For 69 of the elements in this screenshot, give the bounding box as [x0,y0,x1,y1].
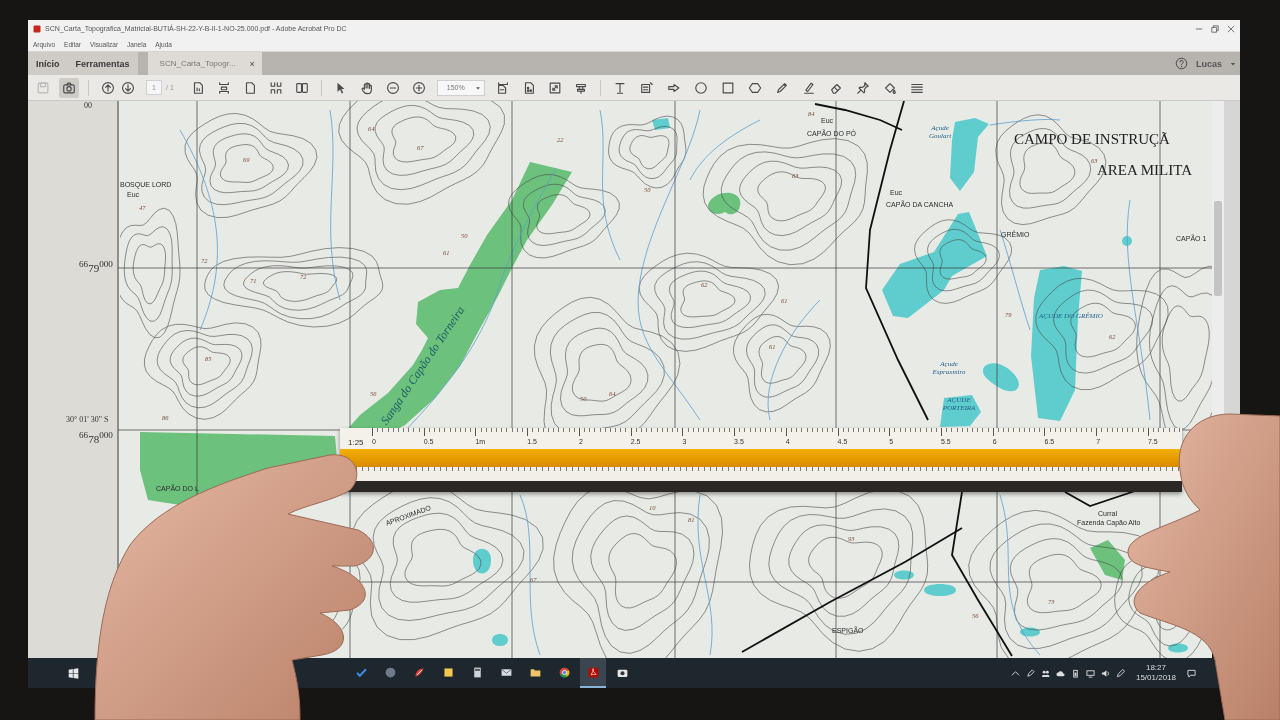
down-arrow-circle-icon [121,80,135,95]
grid-coordinate: $^{66}$78$^{000}$ [79,430,113,445]
lake-shape [492,634,508,646]
people-icon [1040,668,1050,678]
lake-shape [1122,236,1132,246]
map-title: AREA MILITA [1097,162,1193,179]
bracket-page-icon [216,80,231,95]
rectangle-icon [720,80,735,95]
lake-shape [1020,627,1040,637]
zoom-out-icon [385,80,400,95]
notification-icon [1187,668,1196,678]
document-logo-icon [33,24,41,33]
restore-icon [1211,24,1219,33]
clock-time: 18:27 [1145,663,1166,673]
circle-icon [693,80,708,95]
lake-shape [652,118,670,130]
caret-icon [1230,60,1236,67]
lake-shape [924,584,956,596]
close-icon [1227,24,1235,33]
scrollbar-thumb[interactable] [1214,201,1222,296]
highlighter-icon [801,80,816,95]
close-tab-button[interactable]: × [249,58,255,69]
camera-icon [62,80,76,95]
two-page-icon [294,80,309,95]
pencil-icon [774,80,789,95]
toolbar-button[interactable] [59,77,79,98]
circle-icon [383,665,397,679]
lake-shape [473,548,491,574]
monitor-icon [1085,668,1095,678]
pen-icon [1115,668,1125,678]
lake-shape [1168,643,1188,653]
account-menu-button[interactable]: Lucas [1196,56,1236,71]
vegetation-area [1090,540,1125,580]
polygon-icon [747,80,762,95]
swirl-icon [412,665,426,679]
text-icon [612,80,627,95]
pen-icon [1025,668,1035,678]
up-arrow-circle-icon [101,80,115,95]
tab[interactable]: SCN_Carta_Topogr... × [147,52,262,75]
volume-icon [1100,668,1110,678]
bracket-page-icon [495,80,510,95]
pin-icon [855,80,870,95]
grid-coordinate: 30° 01' 30" S [66,416,109,425]
caret-icon [474,84,481,91]
multi-page-icon [268,80,283,95]
hand-icon [359,80,374,95]
ruler-scale-label: 1:25 [348,438,364,447]
tab[interactable]: Ferramentas [67,52,138,75]
expand-icon [547,80,562,95]
clock-date: 15/01/2018 [1135,673,1176,683]
ring-logo-icon [557,665,571,679]
caret-up-icon [1010,668,1020,678]
lake-shape [983,363,1019,392]
lake-shape [894,570,914,580]
help-icon [1175,57,1188,70]
vegetation-area [708,192,741,215]
grid-coordinate: $^{66}$79$^{000}$ [79,259,113,274]
help-button[interactable] [1175,57,1188,70]
squiggle-tile-icon [586,665,600,679]
tab[interactable]: Início [28,52,68,75]
text-box-icon [639,80,654,95]
note-icon [441,665,455,679]
grid-coordinate: 00 [84,102,92,111]
map-title: CAMPO DE INSTRUÇÃ [1014,131,1170,148]
paint-bucket-icon [882,80,897,95]
windows-logo-icon [67,667,79,679]
battery-icon [1070,668,1080,678]
cloud-icon [1055,668,1065,678]
zoom-in-icon [411,80,426,95]
